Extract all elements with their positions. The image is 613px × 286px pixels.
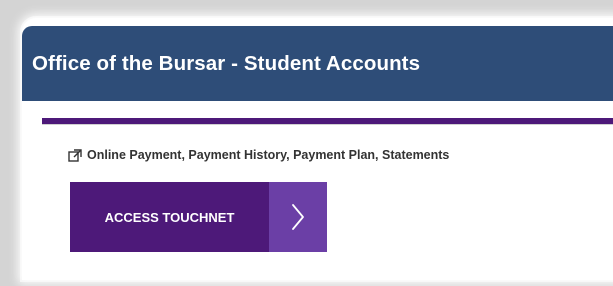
chevron-right-icon	[269, 182, 327, 252]
page-title: Office of the Bursar - Student Accounts	[32, 52, 421, 75]
bursar-panel: Office of the Bursar - Student Accounts …	[22, 18, 613, 280]
divider-line	[42, 124, 613, 125]
access-touchnet-button[interactable]: ACCESS TOUCHNET	[70, 182, 327, 252]
button-label: ACCESS TOUCHNET	[70, 182, 269, 252]
online-payment-link[interactable]: Online Payment, Payment History, Payment…	[68, 148, 449, 162]
screenshot-frame: Office of the Bursar - Student Accounts …	[0, 0, 613, 286]
external-link-icon	[68, 148, 82, 162]
link-label: Online Payment, Payment History, Payment…	[87, 148, 450, 162]
panel-header: Office of the Bursar - Student Accounts	[22, 26, 613, 101]
